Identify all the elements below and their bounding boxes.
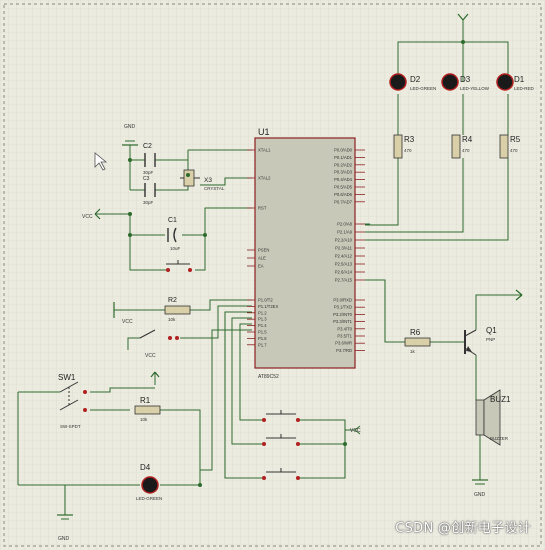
mcu-right-pin-label: P3.2/INT0 (333, 312, 353, 317)
mcu-right-pin-label: P0.5/AD5 (334, 185, 353, 190)
c1-ref: C1 (168, 217, 177, 224)
r1-ref: R1 (140, 396, 151, 405)
mcu-right-pin-label: P0.0/AD0 (334, 148, 353, 153)
r6-value: 1k (410, 349, 416, 354)
c3-value: 30pF (143, 200, 154, 205)
mcu-right-pin-label: P2.3/A11 (335, 246, 353, 251)
c2-ref: C2 (143, 143, 152, 150)
x3-ref: X3 (204, 177, 212, 184)
c3-ref: C3 (143, 176, 150, 182)
r2-ref: R2 (168, 297, 177, 304)
mcu-right-pin-label: P3.5/T1 (337, 334, 352, 339)
mcu-left-pin-label: XTAL1 (258, 148, 271, 153)
gnd-label-top: GND (124, 124, 136, 130)
mcu-part: AT89C52 (258, 374, 279, 380)
r1-value: 10k (140, 417, 148, 422)
mcu-right-pin-label: P2.4/A12 (335, 254, 353, 259)
vcc-buttons-symbol: VCC (350, 425, 361, 435)
mcu-right-pin-label: P0.7/AD7 (334, 199, 353, 204)
mcu-right-pin-label: P2.0/A8 (337, 222, 353, 227)
r4-ref: R4 (462, 135, 473, 144)
mcu-left-pin-label: RST (258, 206, 267, 211)
q1-ref: Q1 (486, 326, 497, 335)
buz1-value: BUZZER (490, 436, 509, 441)
r5-value: 470 (510, 148, 518, 153)
mcu-left-pin-label: P1.3 (258, 317, 267, 322)
mcu-right-pin-label: P2.6/A14 (335, 270, 353, 275)
r5-ref: R5 (510, 135, 521, 144)
mcu-left-pin-label: P1.1/T2EX (258, 304, 278, 309)
q1-value: PNP (486, 337, 495, 342)
mcu-right-pin-label: P0.4/AD4 (334, 177, 353, 182)
gnd-label-left: GND (58, 536, 70, 542)
vcc-label-sw: VCC (145, 353, 156, 359)
r6-ref: R6 (410, 328, 421, 337)
vcc-label-r2: VCC (122, 319, 133, 325)
mcu-right-pin-label: P2.1/A9 (337, 230, 353, 235)
gnd-label-buzzer: GND (474, 492, 486, 498)
d2-ref: D2 (410, 75, 421, 84)
d4-value: LED-GREEN (136, 496, 162, 501)
c1-value: 10uF (170, 246, 181, 251)
r4-value: 470 (462, 148, 470, 153)
mcu-left-pin-label: P1.2 (258, 310, 267, 315)
mcu-left-pin-label: P1.7 (258, 342, 267, 347)
schematic-canvas: VCC VCC VCC VCC GND GND GND U1 AT89C52 X… (0, 0, 545, 550)
watermark: CSDN @创新电子设计 (395, 521, 531, 536)
d1-ref: D1 (514, 75, 525, 84)
d2-value: LED-GREEN (410, 86, 436, 91)
mcu-left-pin-label: P1.6 (258, 336, 267, 341)
mcu-right-pin-label: P3.6/WR (335, 341, 352, 346)
r3-ref: R3 (404, 135, 415, 144)
d3-ref: D3 (460, 75, 471, 84)
mcu-right-pin-label: P2.2/A10 (335, 238, 353, 243)
mcu-left-pin-label: P1.5 (258, 330, 267, 335)
mcu-right-pin-label: P2.7/A15 (335, 278, 353, 283)
mcu-left-pin-label: EA (258, 264, 264, 269)
mcu-right-pin-label: P3.4/T0 (337, 326, 352, 331)
vcc-label-buttons: VCC (350, 428, 361, 434)
buz1-ref: BUZ1 (490, 395, 511, 404)
d3-value: LED-YELLOW (460, 86, 490, 91)
mcu-right-pin-label: P3.0/RXD (333, 298, 352, 303)
x3-value: CRYSTAL (204, 186, 225, 191)
mcu-right-pin-label: P0.1/AD1 (334, 155, 353, 160)
mcu-ref: U1 (258, 127, 270, 137)
mcu-u1[interactable]: U1 AT89C52 XTAL1 XTAL2 RST PSEN ALE EA P1.0/T2… (247, 127, 365, 380)
d1-value: LED-RED (514, 86, 535, 91)
mcu-right-pin-label: P0.6/AD6 (334, 192, 353, 197)
sw1-value: SW-SPDT (60, 424, 81, 429)
mcu-right-pin-label: P0.3/AD3 (334, 170, 353, 175)
mcu-left-pin-label: P1.0/T2 (258, 298, 273, 303)
sw1-ref: SW1 (58, 373, 76, 382)
mcu-right-pin-label: P0.2/AD2 (334, 162, 353, 167)
mcu-left-pin-label: ALE (258, 256, 266, 261)
mcu-right-pin-label: P3.1/TXD (334, 305, 352, 310)
d4-ref: D4 (140, 463, 151, 472)
mcu-left-pin-label: P1.4 (258, 323, 267, 328)
mcu-left-pin-label: PSEN (258, 248, 269, 253)
mcu-right-pin-label: P3.7/RD (336, 348, 352, 353)
mcu-right-pin-label: P3.3/INT1 (333, 319, 353, 324)
r2-value: 10k (168, 317, 176, 322)
mcu-right-pin-label: P2.5/A13 (335, 262, 353, 267)
r3-value: 470 (404, 148, 412, 153)
vcc-label-rst: VCC (82, 214, 93, 220)
mcu-left-pin-label: XTAL2 (258, 176, 271, 181)
c2-value: 30pF (143, 170, 154, 175)
